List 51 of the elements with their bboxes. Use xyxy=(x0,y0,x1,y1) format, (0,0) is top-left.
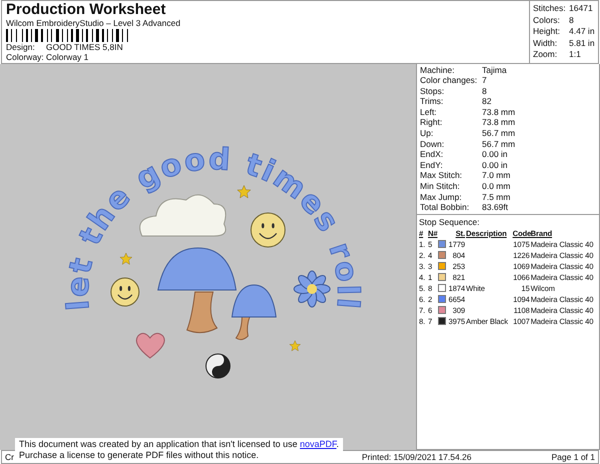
section-title: Stop Sequence: xyxy=(418,216,480,228)
field-label: Colorway: xyxy=(6,52,45,62)
info-label: Max Stitch: xyxy=(420,170,464,182)
field-value: Colorway 1 xyxy=(46,52,89,62)
info-label: Max Jump: xyxy=(420,192,463,202)
field-label: Design: xyxy=(6,43,36,52)
stat-value: 8 xyxy=(569,14,575,26)
notice-link[interactable]: novaPDF xyxy=(300,439,336,449)
info-label: Color changes: xyxy=(420,75,478,86)
notice-text: Purchase a license to generate PDF files without this notice. xyxy=(19,450,260,461)
stat-value: 1:1 xyxy=(569,49,582,60)
stat-label: Zoom: xyxy=(533,49,558,60)
info-value: 73.8 mm xyxy=(482,106,516,118)
info-value: Tajima xyxy=(482,64,508,76)
info-label: Trims: xyxy=(420,96,444,107)
page-number: Page 1 of 1 xyxy=(552,452,595,462)
page-title: Production Worksheet xyxy=(6,2,167,18)
info-label: Min Stitch: xyxy=(420,181,461,192)
stat-value: 16471 xyxy=(569,3,594,14)
info-label: Right: xyxy=(420,117,444,128)
print-date: Printed: 15/09/2021 17.54.26 xyxy=(362,452,472,462)
info-label: EndX: xyxy=(420,149,444,160)
info-label: Down: xyxy=(420,138,446,150)
stat-label: Colors: xyxy=(533,14,561,26)
info-value: 8 xyxy=(482,86,488,96)
info-value: 73.8 mm xyxy=(482,117,516,128)
info-label: Left: xyxy=(420,106,438,118)
footer-text: Cr xyxy=(5,452,14,462)
info-value: 7 xyxy=(482,75,488,86)
info-label: Machine: xyxy=(420,64,456,76)
info-value: 7.0 mm xyxy=(482,170,512,182)
field-value: GOOD TIMES 5,8IN xyxy=(46,43,123,52)
stat-label: Stitches: xyxy=(533,3,566,14)
stat-label: Width: xyxy=(533,38,558,49)
software-name: Wilcom EmbroideryStudio – Level 3 Advanced xyxy=(6,18,182,28)
notice-text: This document was created by an application that isn't licensed to use novaPDF. xyxy=(19,439,339,450)
info-label: Stops: xyxy=(420,86,446,96)
info-value: 56.7 mm xyxy=(482,128,516,139)
info-value: 0.00 in xyxy=(482,160,509,170)
info-value: 0.00 in xyxy=(482,149,509,160)
info-value: 83.69ft xyxy=(482,202,509,213)
stat-value: 4.47 in xyxy=(569,26,595,38)
info-value: 56.7 mm xyxy=(482,138,516,150)
info-label: EndY: xyxy=(420,160,444,170)
info-label: Up: xyxy=(420,128,434,139)
stat-value: 5.81 in xyxy=(569,38,595,49)
info-value: 82 xyxy=(482,96,492,107)
stat-label: Height: xyxy=(533,26,561,38)
info-value: 0.0 mm xyxy=(482,181,512,192)
info-label: Total Bobbin: xyxy=(420,202,470,213)
info-value: 7.5 mm xyxy=(482,192,512,202)
